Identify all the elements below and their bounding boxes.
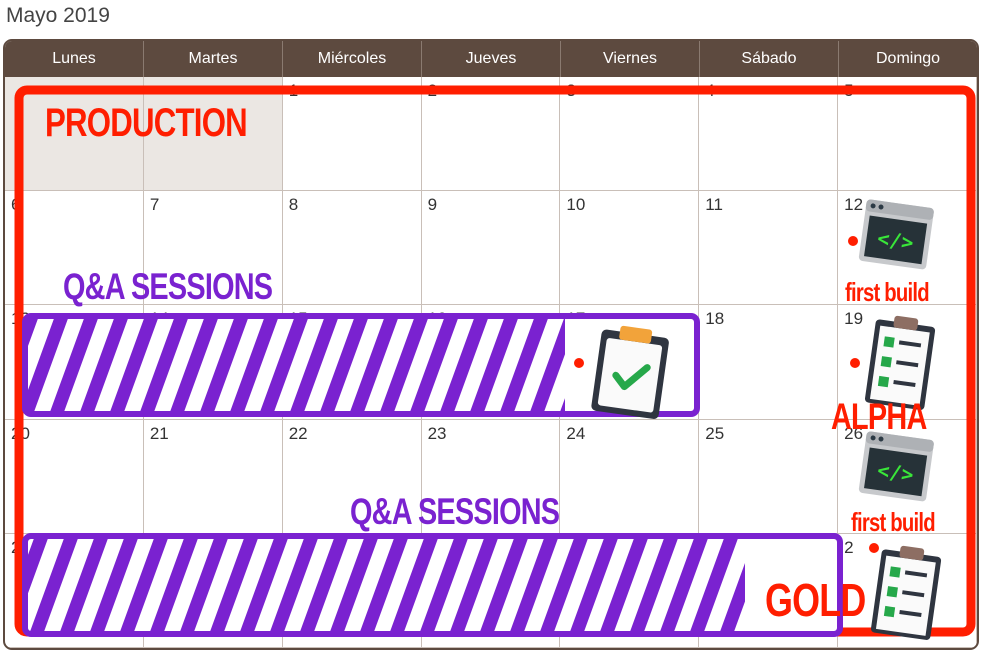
- event-dot: [850, 358, 860, 368]
- alpha-label: ALPHA: [831, 396, 927, 437]
- month-title: Mayo 2019: [6, 4, 110, 27]
- svg-text:</>: </>: [876, 226, 915, 255]
- checklist-icon: [870, 545, 942, 640]
- first-build-label: first build: [851, 507, 936, 537]
- qa-sessions-label: Q&A SESSIONS: [350, 491, 560, 532]
- production-label: PRODUCTION: [45, 101, 248, 145]
- qa-sessions-label: Q&A SESSIONS: [63, 266, 273, 307]
- gold-label: GOLD: [765, 574, 866, 626]
- calendar: Lunes Martes Miércoles Jueves Viernes Sá…: [3, 39, 979, 650]
- qa-band-2: [22, 533, 843, 637]
- clipboard-check-icon: [591, 325, 669, 419]
- event-dot: [574, 358, 584, 368]
- event-dot: [848, 236, 858, 246]
- first-build-label: first build: [845, 277, 930, 307]
- code-window-icon: </>: [858, 431, 934, 502]
- svg-text:</>: </>: [876, 458, 915, 487]
- event-dot: [869, 543, 879, 553]
- code-window-icon: </>: [858, 199, 934, 270]
